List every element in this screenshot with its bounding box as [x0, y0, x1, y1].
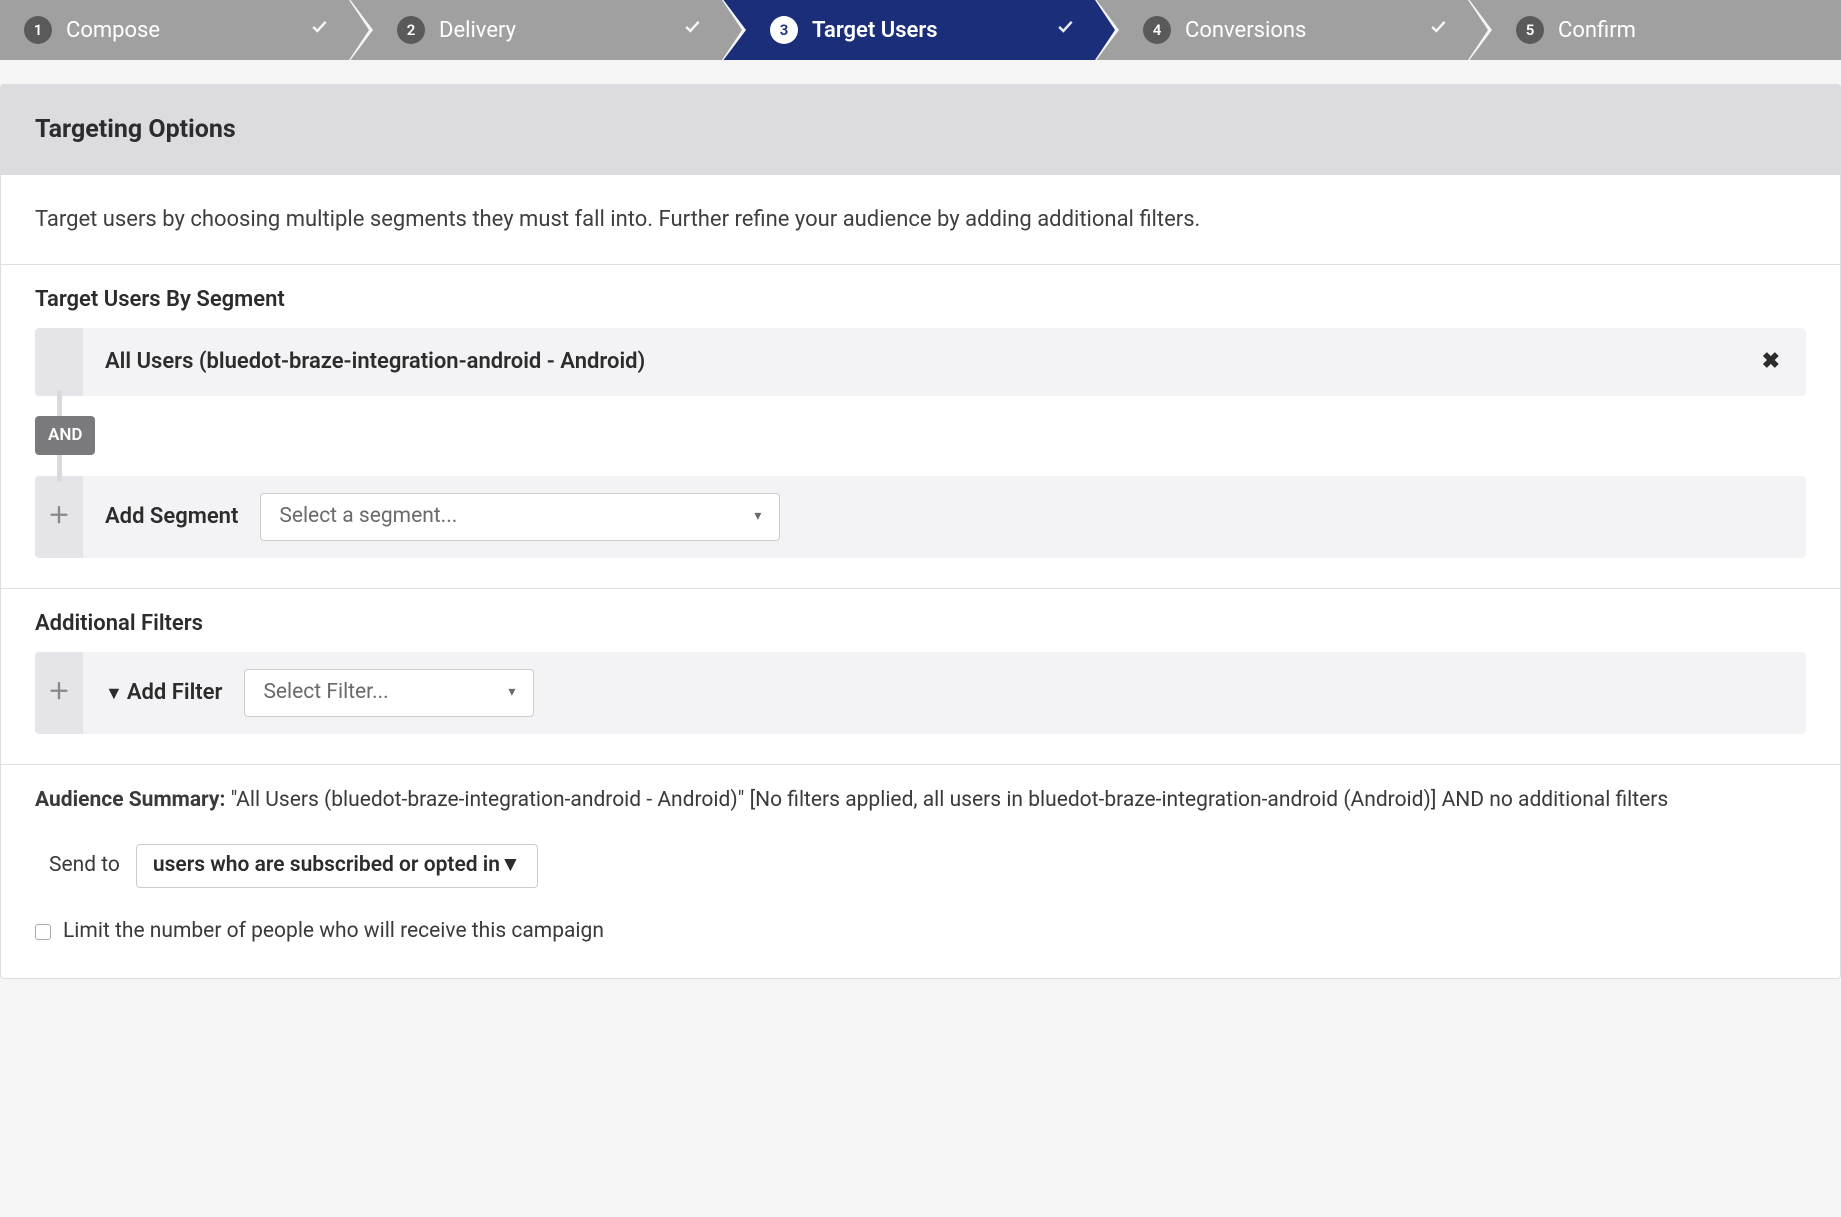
targeting-panel: Targeting Options Target users by choosi…	[0, 84, 1841, 979]
segment-connector: AND	[35, 396, 1806, 476]
send-to-value: users who are subscribed or opted in	[153, 850, 500, 882]
check-icon	[309, 16, 329, 44]
add-filter-row: ＋ ▼Add Filter Select Filter... ▾	[35, 652, 1806, 734]
filters-title: Additional Filters	[35, 607, 1806, 640]
step-compose[interactable]: 1 Compose	[0, 0, 349, 60]
selected-segment-row: All Users (bluedot-braze-integration-and…	[35, 328, 1806, 396]
step-number: 3	[770, 16, 798, 44]
filter-select-placeholder: Select Filter...	[263, 677, 388, 709]
wizard-steps: 1 Compose 2 Delivery 3 Target Users 4 Co…	[0, 0, 1841, 60]
step-number: 1	[24, 16, 52, 44]
step-number: 2	[397, 16, 425, 44]
step-label: Confirm	[1558, 14, 1821, 47]
limit-row: Limit the number of people who will rece…	[35, 916, 1806, 948]
limit-label[interactable]: Limit the number of people who will rece…	[63, 916, 604, 948]
add-segment-handle: ＋	[35, 476, 83, 558]
check-icon	[682, 16, 702, 44]
summary-section: Audience Summary: "All Users (bluedot-br…	[1, 764, 1840, 978]
panel-description: Target users by choosing multiple segmen…	[1, 175, 1840, 265]
send-to-label: Send to	[35, 850, 120, 882]
segments-section: Target Users By Segment All Users (blued…	[1, 265, 1840, 588]
step-delivery[interactable]: 2 Delivery	[349, 0, 722, 60]
step-conversions[interactable]: 4 Conversions	[1095, 0, 1468, 60]
panel-title: Targeting Options	[1, 85, 1840, 175]
filters-section: Additional Filters ＋ ▼Add Filter Select …	[1, 588, 1840, 764]
step-label: Target Users	[812, 14, 1055, 47]
check-icon	[1428, 16, 1448, 44]
remove-segment-button[interactable]: ✖	[1736, 345, 1806, 378]
limit-checkbox[interactable]	[35, 924, 51, 940]
send-to-select[interactable]: users who are subscribed or opted in ▼	[136, 844, 538, 888]
send-to-row: Send to users who are subscribed or opte…	[35, 844, 1806, 888]
audience-summary: Audience Summary: "All Users (bluedot-br…	[35, 785, 1806, 817]
segment-select-placeholder: Select a segment...	[279, 501, 457, 533]
caret-down-icon: ▼	[500, 850, 521, 882]
check-icon	[1055, 16, 1075, 44]
add-filter-handle: ＋	[35, 652, 83, 734]
plus-icon: ＋	[48, 500, 70, 533]
chevron-down-icon: ▾	[508, 682, 515, 703]
plus-icon: ＋	[48, 676, 70, 709]
close-icon: ✖	[1762, 349, 1780, 374]
step-number: 5	[1516, 16, 1544, 44]
segment-name: All Users (bluedot-braze-integration-and…	[83, 345, 1736, 378]
step-label: Compose	[66, 14, 309, 47]
segments-title: Target Users By Segment	[35, 283, 1806, 316]
step-number: 4	[1143, 16, 1171, 44]
chevron-down-icon: ▾	[754, 506, 761, 527]
step-confirm[interactable]: 5 Confirm	[1468, 0, 1841, 60]
step-target-users[interactable]: 3 Target Users	[722, 0, 1095, 60]
add-segment-label: Add Segment	[83, 500, 260, 533]
summary-text: "All Users (bluedot-braze-integration-an…	[231, 788, 1669, 812]
add-filter-label: ▼Add Filter	[83, 676, 244, 709]
segment-handle	[35, 328, 83, 396]
filter-select[interactable]: Select Filter... ▾	[244, 669, 534, 717]
add-segment-row: ＋ Add Segment Select a segment... ▾	[35, 476, 1806, 558]
step-label: Conversions	[1185, 14, 1428, 47]
funnel-icon: ▼	[105, 680, 123, 707]
segment-select[interactable]: Select a segment... ▾	[260, 493, 780, 541]
step-label: Delivery	[439, 14, 682, 47]
summary-label: Audience Summary:	[35, 788, 225, 812]
and-badge: AND	[35, 416, 95, 456]
